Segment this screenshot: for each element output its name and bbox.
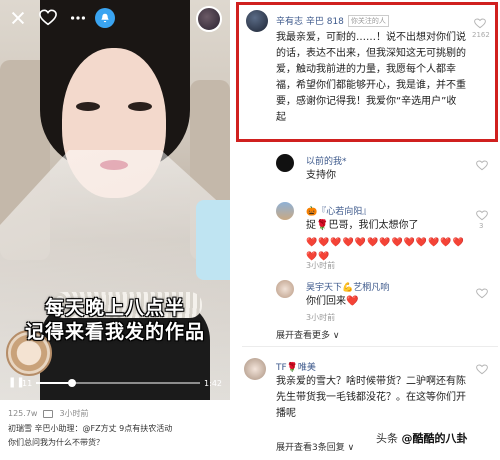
comment-text: 我亲爱的雪大？啥时候带货？二驴啊还有陈先生带货我一毛钱都没花？。在这等你们开播呢 xyxy=(276,376,466,419)
post-text-line2: 你们总问我为什么不带货？ xyxy=(8,438,104,447)
pause-icon[interactable]: ❚❚ xyxy=(8,377,25,389)
video-post-panel: 每天晚上八点半 记得来看我发的作品 ❚❚ 11 1:42 125.7w 3小时前… xyxy=(0,0,230,460)
like-heart-icon[interactable] xyxy=(476,284,488,299)
reply-text: 支持你 xyxy=(306,170,336,181)
reply-avatar[interactable] xyxy=(276,202,294,220)
expand-more-link[interactable]: 展开查看更多 ∨ xyxy=(276,328,339,341)
close-icon[interactable] xyxy=(8,8,28,28)
total-time: 1:42 xyxy=(204,378,222,388)
watermark-handle: @酷酷的八卦 xyxy=(401,432,468,445)
like-heart-icon[interactable] xyxy=(476,206,488,221)
reply-time: 3小时前 xyxy=(306,313,336,322)
expand-replies-link[interactable]: 展开查看3条回复 ∨ xyxy=(276,440,354,453)
person-eye xyxy=(76,102,100,111)
reply-avatar[interactable] xyxy=(276,280,294,298)
watermark: 头条 @酷酷的八卦 xyxy=(376,430,468,446)
video-caption-line1: 每天晚上八点半 xyxy=(44,297,185,319)
comment-author[interactable]: TF🌹唯美 xyxy=(276,360,316,373)
progress-handle[interactable] xyxy=(68,379,77,387)
bell-icon[interactable] xyxy=(95,8,115,28)
face-mask xyxy=(196,200,230,280)
reply-author[interactable]: 昊宇天下💪艺桐凡响 xyxy=(306,280,389,293)
reply-text: 捉🌹巴哥，我们太想你了 xyxy=(306,220,419,231)
views-count: 125.7w xyxy=(8,409,38,418)
video-progress-bar[interactable]: ❚❚ 11 1:42 xyxy=(8,376,222,390)
commenter-avatar[interactable] xyxy=(244,358,266,380)
divider xyxy=(242,346,498,347)
post-time: 3小时前 xyxy=(59,409,89,418)
reply-time: 3小时前 xyxy=(306,261,336,270)
progress-track[interactable] xyxy=(36,379,201,387)
video-caption-line2: 记得来看我发的作品 xyxy=(24,321,205,343)
heart-outline-icon[interactable] xyxy=(38,8,58,28)
progress-fill xyxy=(36,382,73,384)
person-eye xyxy=(128,102,152,111)
like-count: 3 xyxy=(479,222,484,230)
author-avatar[interactable] xyxy=(196,6,222,32)
video-icon xyxy=(43,409,54,418)
highlight-box xyxy=(236,2,498,142)
reply-author[interactable]: 🎃『心若向阳』 xyxy=(306,204,371,217)
like-heart-icon[interactable] xyxy=(476,360,488,375)
watermark-prefix: 头条 xyxy=(376,432,398,445)
post-text-line1: 初瑞雪 辛巴小助理：@FZ方丈 9点有扶农活动 xyxy=(8,424,173,433)
video-top-icons xyxy=(8,8,88,28)
reply-author[interactable]: 以前的我* xyxy=(306,154,347,167)
current-time: 11 xyxy=(22,378,33,388)
post-meta: 125.7w 3小时前 xyxy=(8,408,89,419)
reply-text: 你们回来❤️ xyxy=(306,296,359,307)
video-player[interactable]: 每天晚上八点半 记得来看我发的作品 ❚❚ 11 1:42 xyxy=(0,0,230,400)
like-heart-icon[interactable] xyxy=(476,156,488,171)
reply-avatar[interactable] xyxy=(276,154,294,172)
more-icon[interactable] xyxy=(68,8,88,28)
